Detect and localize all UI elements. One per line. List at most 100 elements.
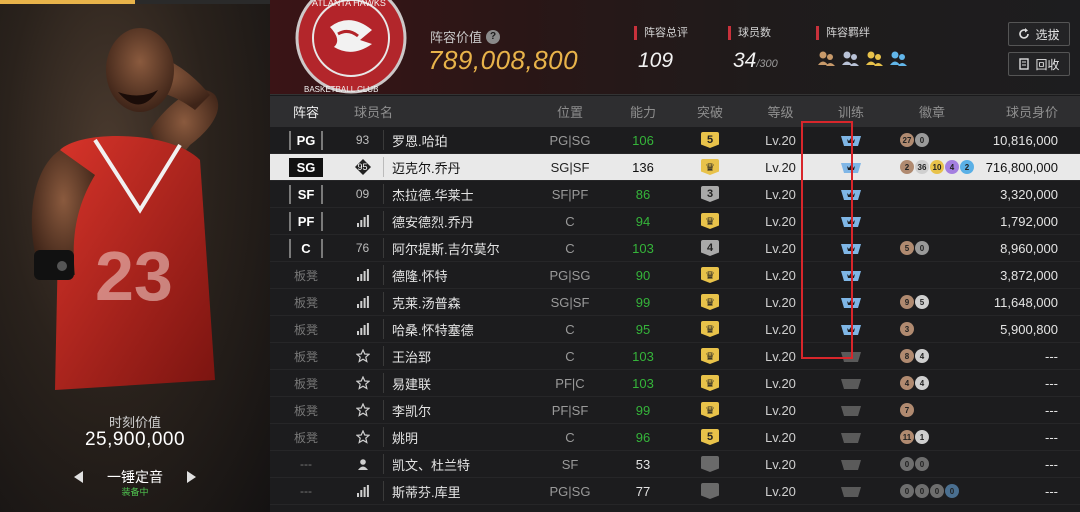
badge-chip[interactable]: 1: [915, 430, 929, 444]
training-crest-icon[interactable]: [840, 376, 862, 390]
breakthrough-badge[interactable]: ♛: [701, 321, 719, 337]
bond-bronze-icon[interactable]: [816, 49, 836, 69]
training-crest-icon[interactable]: [840, 295, 862, 309]
training-crest-icon[interactable]: [840, 268, 862, 282]
table-row[interactable]: PF 德安德烈.乔丹 C 94 ♛ Lv.20 1,792,000: [270, 208, 1080, 235]
next-skill-button[interactable]: [181, 467, 201, 487]
bond-blue-icon[interactable]: [888, 49, 908, 69]
player-name[interactable]: 凯文、杜兰特: [392, 455, 470, 474]
table-row[interactable]: SG 95 迈克尔.乔丹 SG|SF 136 ♛ Lv.20 2 36 10 4 2 716,800,0…: [270, 154, 1080, 181]
training-crest-icon[interactable]: [840, 187, 862, 201]
breakthrough-badge[interactable]: ♛: [701, 294, 719, 310]
badge-chip[interactable]: 9: [900, 295, 914, 309]
player-name[interactable]: 斯蒂芬.库里: [392, 482, 461, 501]
badge-chip[interactable]: 11: [900, 430, 914, 444]
breakthrough-badge[interactable]: 5: [701, 132, 719, 148]
table-row[interactable]: PG 93 罗恩.哈珀 PG|SG 106 5 Lv.20 27 0 10,816,000: [270, 127, 1080, 154]
select-button[interactable]: 选拔: [1008, 22, 1070, 46]
breakthrough-badge[interactable]: 5: [701, 429, 719, 445]
bond-silver-icon[interactable]: [840, 49, 860, 69]
table-row[interactable]: 板凳 易建联 PF|C 103 ♛ Lv.20 4 4 ---: [270, 370, 1080, 397]
player-name[interactable]: 罗恩.哈珀: [392, 131, 448, 150]
training-crest-icon[interactable]: [840, 484, 862, 498]
col-level[interactable]: 等级: [749, 102, 812, 121]
badge-chip[interactable]: 4: [900, 376, 914, 390]
col-position[interactable]: 位置: [525, 102, 615, 121]
player-name[interactable]: 李凯尔: [392, 401, 431, 420]
badge-chip[interactable]: 7: [900, 403, 914, 417]
help-icon[interactable]: ?: [486, 29, 501, 44]
player-name[interactable]: 克莱.汤普森: [392, 293, 461, 312]
badge-chip[interactable]: 8: [900, 349, 914, 363]
training-crest-icon[interactable]: [840, 349, 862, 363]
breakthrough-badge[interactable]: ♛: [701, 402, 719, 418]
player-name[interactable]: 迈克尔.乔丹: [392, 158, 461, 177]
badge-chip[interactable]: 36: [915, 160, 929, 174]
player-name[interactable]: 姚明: [392, 428, 418, 447]
col-name[interactable]: 球员名: [342, 102, 525, 121]
training-crest-icon[interactable]: [840, 322, 862, 336]
training-crest-icon[interactable]: [840, 214, 862, 228]
breakthrough-empty-icon[interactable]: [701, 483, 719, 499]
badge-chip[interactable]: 2: [900, 160, 914, 174]
badge-chip[interactable]: 0: [915, 484, 929, 498]
breakthrough-badge[interactable]: ♛: [701, 267, 719, 283]
badge-chip[interactable]: 10: [930, 160, 944, 174]
player-name[interactable]: 王治郅: [392, 347, 431, 366]
col-training[interactable]: 训练: [812, 102, 890, 121]
player-name[interactable]: 杰拉德.华莱士: [392, 185, 474, 204]
player-name[interactable]: 德安德烈.乔丹: [392, 212, 474, 231]
table-row[interactable]: SF 09 杰拉德.华莱士 SF|PF 86 3 Lv.20 3,320,000: [270, 181, 1080, 208]
player-name[interactable]: 阿尔提斯.吉尔莫尔: [392, 239, 500, 258]
training-crest-icon[interactable]: [840, 403, 862, 417]
breakthrough-badge[interactable]: 4: [701, 240, 719, 256]
badge-chip[interactable]: 27: [900, 133, 914, 147]
badge-chip[interactable]: 0: [930, 484, 944, 498]
badge-chip[interactable]: 0: [915, 241, 929, 255]
recycle-button[interactable]: 回收: [1008, 52, 1070, 76]
breakthrough-badge[interactable]: 3: [701, 186, 719, 202]
badge-chip[interactable]: 4: [915, 349, 929, 363]
training-crest-icon[interactable]: [840, 133, 862, 147]
table-row[interactable]: 板凳 李凯尔 PF|SF 99 ♛ Lv.20 7 ---: [270, 397, 1080, 424]
breakthrough-badge[interactable]: ♛: [701, 348, 719, 364]
table-row[interactable]: 板凳 姚明 C 96 5 Lv.20 11 1 ---: [270, 424, 1080, 451]
col-value[interactable]: 球员身价: [974, 102, 1080, 121]
badge-chip[interactable]: 2: [960, 160, 974, 174]
training-crest-icon[interactable]: [840, 241, 862, 255]
col-badge[interactable]: 徽章: [890, 102, 974, 121]
table-row[interactable]: 板凳 克莱.汤普森 SG|SF 99 ♛ Lv.20 9 5 11,648,000: [270, 289, 1080, 316]
table-row[interactable]: --- 凯文、杜兰特 SF 53 Lv.20 0 0 ---: [270, 451, 1080, 478]
table-row[interactable]: C 76 阿尔提斯.吉尔莫尔 C 103 4 Lv.20 5 0 8,960,000: [270, 235, 1080, 262]
breakthrough-badge[interactable]: ♛: [701, 159, 719, 175]
player-name[interactable]: 哈桑.怀特塞德: [392, 320, 474, 339]
training-crest-icon[interactable]: [840, 457, 862, 471]
col-ability[interactable]: 能力: [615, 102, 671, 121]
col-lineup[interactable]: 阵容: [270, 102, 342, 121]
badge-chip[interactable]: 5: [900, 241, 914, 255]
col-breakthrough[interactable]: 突破: [671, 102, 749, 121]
training-crest-icon[interactable]: [840, 160, 862, 174]
badge-chip[interactable]: 0: [900, 484, 914, 498]
table-row[interactable]: 板凳 哈桑.怀特塞德 C 95 ♛ Lv.20 3 5,900,800: [270, 316, 1080, 343]
player-name[interactable]: 德隆.怀特: [392, 266, 448, 285]
badge-chip[interactable]: 5: [915, 295, 929, 309]
training-crest-icon[interactable]: [840, 430, 862, 444]
badge-chip[interactable]: 4: [945, 160, 959, 174]
table-row[interactable]: 板凳 德隆.怀特 PG|SG 90 ♛ Lv.20 3,872,000: [270, 262, 1080, 289]
breakthrough-badge[interactable]: ♛: [701, 375, 719, 391]
player-name[interactable]: 易建联: [392, 374, 431, 393]
badge-chip[interactable]: 0: [945, 484, 959, 498]
badge-chip[interactable]: 0: [915, 133, 929, 147]
badge-chip[interactable]: 4: [915, 376, 929, 390]
badge-chip[interactable]: 0: [915, 457, 929, 471]
prev-skill-button[interactable]: [69, 467, 89, 487]
table-row[interactable]: --- 斯蒂芬.库里 PG|SG 77 Lv.20 0 0 0 0 ---: [270, 478, 1080, 505]
badge-chip[interactable]: 3: [900, 322, 914, 336]
badge-chip[interactable]: 0: [900, 457, 914, 471]
player-ability: 86: [635, 186, 651, 202]
breakthrough-badge[interactable]: ♛: [701, 213, 719, 229]
bond-gold-icon[interactable]: [864, 49, 884, 69]
table-row[interactable]: 板凳 王治郅 C 103 ♛ Lv.20 8 4 ---: [270, 343, 1080, 370]
breakthrough-empty-icon[interactable]: [701, 456, 719, 472]
